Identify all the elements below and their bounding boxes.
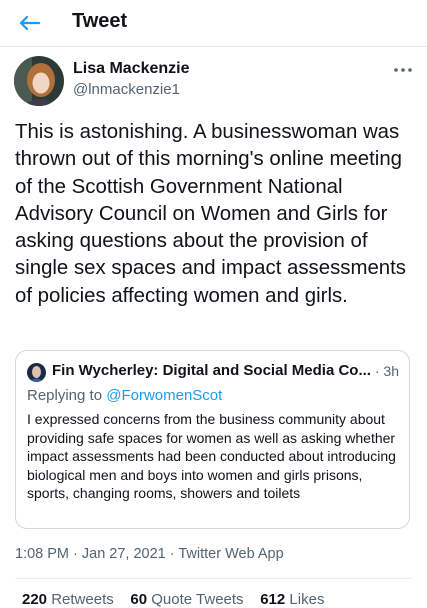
quoted-text: I expressed concerns from the business c… bbox=[27, 411, 396, 502]
quoted-avatar bbox=[27, 363, 46, 382]
quoted-tweet[interactable]: Fin Wycherley: Digital and Social Media … bbox=[15, 350, 410, 529]
tweet-source[interactable]: Twitter Web App bbox=[178, 546, 283, 562]
page-title: Tweet bbox=[72, 10, 128, 32]
author-name[interactable]: Lisa Mackenzie bbox=[73, 60, 190, 78]
arrow-left-icon[interactable] bbox=[14, 8, 44, 38]
quoted-time: · 3h bbox=[374, 363, 399, 379]
tweet-text: This is astonishing. A businesswoman was… bbox=[15, 121, 407, 307]
top-bar: Tweet bbox=[0, 0, 427, 47]
replying-to: Replying to @ForwomenScot bbox=[27, 387, 222, 404]
tweet-time[interactable]: 1:08 PM bbox=[15, 546, 69, 562]
tweet-meta: 1:08 PM · Jan 27, 2021 · Twitter Web App bbox=[15, 546, 284, 562]
avatar[interactable] bbox=[14, 56, 64, 106]
more-horizontal-icon[interactable] bbox=[389, 60, 417, 80]
tweet-date[interactable]: Jan 27, 2021 bbox=[82, 546, 166, 562]
quoted-author-name: Fin Wycherley: Digital and Social Media … bbox=[52, 362, 371, 379]
author-handle[interactable]: @lnmackenzie1 bbox=[73, 81, 180, 98]
replying-to-handle[interactable]: @ForwomenScot bbox=[106, 387, 222, 404]
replying-to-label: Replying to bbox=[27, 387, 107, 404]
divider bbox=[15, 578, 412, 579]
